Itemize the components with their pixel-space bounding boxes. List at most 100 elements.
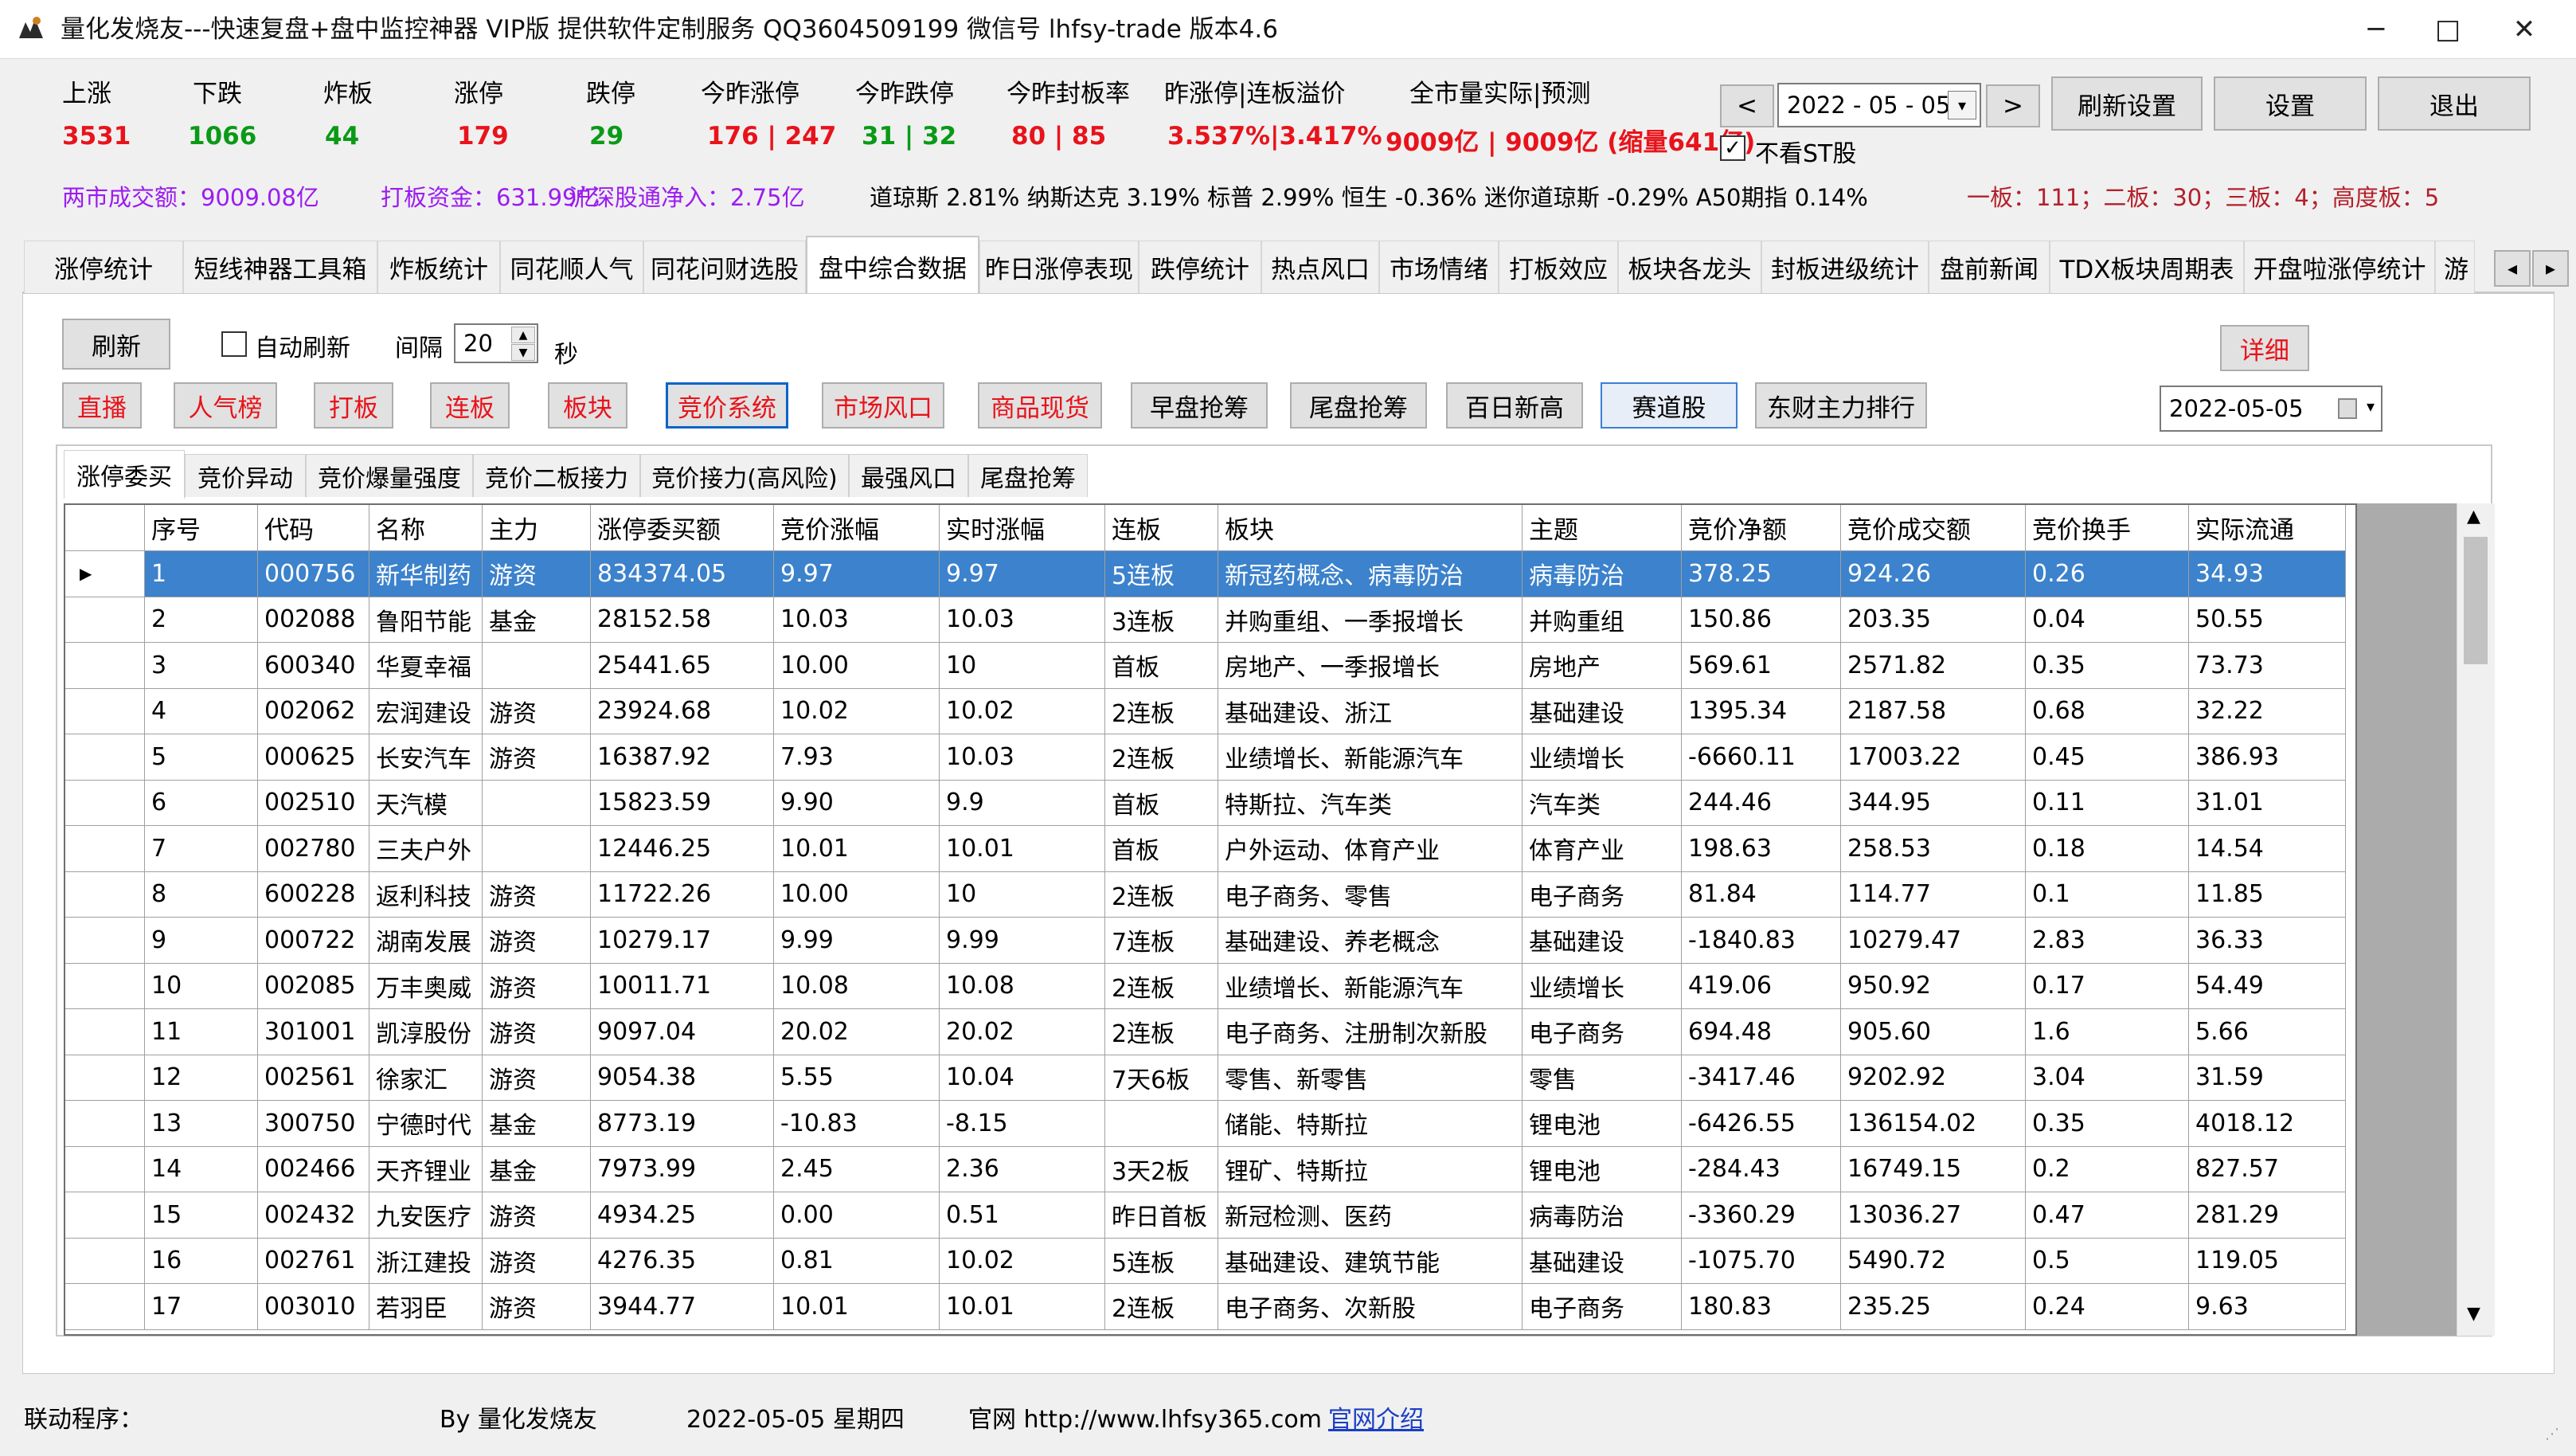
subtab-relay-high-risk[interactable]: 竞价接力(高风险) — [640, 454, 849, 497]
interval-input[interactable]: 20 ▲ ▼ — [454, 323, 538, 363]
auto-refresh-checkbox[interactable] — [221, 331, 247, 357]
row-header[interactable] — [65, 1192, 145, 1239]
row-header[interactable] — [65, 734, 145, 781]
limit-board-button[interactable]: 打板 — [314, 382, 393, 429]
vertical-scrollbar[interactable]: ▲ ▼ — [2457, 503, 2495, 1336]
refresh-settings-button[interactable]: 刷新设置 — [2051, 76, 2203, 131]
tab-intraday-data[interactable]: 盘中综合数据 — [806, 236, 979, 295]
tab-iwencai[interactable]: 同花问财选股 — [643, 241, 806, 293]
column-header-auction-change[interactable]: 竞价涨幅 — [774, 505, 940, 551]
date-picker[interactable]: 2022 - 05 - 05 ▾ — [1777, 83, 1981, 127]
dropdown-arrow-icon[interactable]: ▾ — [2367, 397, 2375, 416]
tab-sentiment[interactable]: 市场情绪 — [1379, 241, 1499, 293]
row-header[interactable] — [65, 826, 145, 872]
row-header[interactable] — [65, 1146, 145, 1192]
table-row[interactable]: 8 600228 返利科技 游资 11722.26 10.00 10 2连板 电子商务、零售 电子… — [65, 871, 2355, 918]
table-row[interactable]: 12 002561 徐家汇 游资 9054.38 5.55 10.04 7天6板 零售、新零售零… — [65, 1055, 2355, 1101]
scroll-thumb[interactable] — [2464, 537, 2488, 664]
column-header-code[interactable]: 代码 — [258, 505, 369, 551]
tab-tdx-cycle[interactable]: TDX板块周期表 — [2050, 241, 2244, 293]
column-header-realtime-change[interactable]: 实时涨幅 — [940, 505, 1105, 551]
table-row[interactable]: ▶ 1 000756 新华制药 游资 834374.05 9.97 9.97 5连板 新冠药概念、… — [65, 551, 2355, 597]
column-header-limit-bid-amount[interactable]: 涨停委买额 — [591, 505, 774, 551]
scroll-up-icon[interactable]: ▲ — [2467, 507, 2480, 526]
calendar-icon[interactable] — [2338, 398, 2357, 419]
subtab-volume-strength[interactable]: 竞价爆量强度 — [306, 454, 473, 497]
tab-kaipanla[interactable]: 开盘啦涨停统计 — [2244, 241, 2435, 293]
hundred-day-high-button[interactable]: 百日新高 — [1446, 382, 1583, 429]
no-st-checkbox[interactable]: ✓ — [1720, 135, 1745, 161]
tab-premarket-news[interactable]: 盘前新闻 — [1929, 241, 2050, 293]
tab-board-progression[interactable]: 封板进级统计 — [1761, 241, 1929, 293]
row-header[interactable] — [65, 963, 145, 1009]
subtab-limit-up-bids[interactable]: 涨停委买 — [64, 450, 185, 499]
refresh-button[interactable]: 刷新 — [62, 319, 170, 370]
data-grid[interactable]: 序号 代码 名称 主力 涨停委买额 竞价涨幅 实时涨幅 连板 板块 主题 竞价净额 竞价成交额 竞价换手… — [64, 503, 2357, 1336]
row-header[interactable] — [65, 871, 145, 918]
row-header[interactable] — [65, 1238, 145, 1284]
column-header-sector[interactable]: 板块 — [1218, 505, 1523, 551]
exit-button[interactable]: 退出 — [2378, 76, 2531, 131]
column-header-seq[interactable]: 序号 — [145, 505, 258, 551]
afternoon-grab-button[interactable]: 尾盘抢筹 — [1290, 382, 1427, 429]
column-header-auction-net[interactable]: 竞价净额 — [1682, 505, 1841, 551]
date-picker-2[interactable]: 2022-05-05 ▾ — [2160, 386, 2383, 432]
column-header-name[interactable]: 名称 — [369, 505, 483, 551]
table-row[interactable]: 7 002780 三夫户外 12446.25 10.01 10.01 首板 户外运动、体育产业… — [65, 826, 2355, 872]
minimize-button[interactable]: ─ — [2352, 13, 2400, 46]
row-header[interactable] — [65, 643, 145, 689]
column-header-float-cap[interactable]: 实际流通 — [2189, 505, 2346, 551]
column-header-theme[interactable]: 主题 — [1523, 505, 1682, 551]
table-row[interactable]: 3 600340 华夏幸福 25441.65 10.00 10 首板 房地产、一季报增长 房地产… — [65, 643, 2355, 689]
subtab-strongest-hotspot[interactable]: 最强风口 — [849, 454, 968, 497]
tab-overflow[interactable]: 游 — [2435, 241, 2475, 293]
tab-limit-up-stats[interactable]: 涨停统计 — [24, 241, 183, 293]
column-header-auction-turnover[interactable]: 竞价成交额 — [1841, 505, 2026, 551]
tab-sector-leaders[interactable]: 板块各龙头 — [1618, 241, 1761, 293]
table-row[interactable]: 13 300750 宁德时代 基金 8773.19 -10.83 -8.15 储能、特斯拉 锂电… — [65, 1101, 2355, 1147]
row-header[interactable] — [65, 1101, 145, 1147]
subtab-auction-anomaly[interactable]: 竞价异动 — [185, 454, 306, 497]
tab-limit-down[interactable]: 跌停统计 — [1139, 241, 1261, 293]
website-intro-link[interactable]: 官网介绍 — [1328, 1399, 1424, 1434]
row-header[interactable] — [65, 918, 145, 964]
prev-date-button[interactable]: < — [1720, 84, 1774, 127]
table-row[interactable]: 16 002761 浙江建投 游资 4276.35 0.81 10.02 5连板 基础建设、建筑… — [65, 1238, 2355, 1284]
live-button[interactable]: 直播 — [62, 382, 142, 429]
stepper-down-icon[interactable]: ▼ — [511, 344, 535, 361]
tab-scroll-right-button[interactable]: ▸ — [2532, 250, 2569, 287]
tab-broken-board[interactable]: 炸板统计 — [377, 241, 500, 293]
maximize-button[interactable]: □ — [2424, 13, 2472, 46]
row-header[interactable]: ▶ — [65, 551, 145, 597]
table-row[interactable]: 10 002085 万丰奥威 游资 10011.71 10.08 10.08 2连板 业绩增长、… — [65, 963, 2355, 1009]
table-row[interactable]: 2 002088 鲁阳节能 基金 28152.58 10.03 10.03 3连板 并购重组、一… — [65, 597, 2355, 643]
popularity-button[interactable]: 人气榜 — [174, 382, 277, 429]
settings-button[interactable]: 设置 — [2214, 76, 2367, 131]
subtab-second-board-relay[interactable]: 竞价二板接力 — [473, 454, 640, 497]
detail-button[interactable]: 详细 — [2220, 325, 2309, 371]
row-header[interactable] — [65, 1055, 145, 1101]
row-header[interactable] — [65, 1009, 145, 1055]
row-header[interactable] — [65, 688, 145, 734]
commodity-spot-button[interactable]: 商品现货 — [978, 382, 1102, 429]
sector-button[interactable]: 板块 — [548, 382, 627, 429]
table-row[interactable]: 9 000722 湖南发展 游资 10279.17 9.99 9.99 7连板 基础建设、养老概… — [65, 918, 2355, 964]
table-row[interactable]: 15 002432 九安医疗 游资 4934.25 0.00 0.51 昨日首板 新冠检测、医药… — [65, 1192, 2355, 1239]
row-header[interactable] — [65, 597, 145, 643]
tab-hot-topics[interactable]: 热点风口 — [1261, 241, 1379, 293]
resize-grip-icon[interactable]: ⋰ — [2545, 1426, 2569, 1450]
table-row[interactable]: 4 002062 宏润建设 游资 23924.68 10.02 10.02 2连板 基础建设、浙… — [65, 688, 2355, 734]
eastmoney-ranking-button[interactable]: 东财主力排行 — [1755, 382, 1927, 429]
table-row[interactable]: 5 000625 长安汽车 游资 16387.92 7.93 10.03 2连板 业绩增长、新能… — [65, 734, 2355, 781]
subtab-tail-grab[interactable]: 尾盘抢筹 — [968, 454, 1088, 497]
tab-yesterday-performance[interactable]: 昨日涨停表现 — [979, 241, 1139, 293]
scroll-down-icon[interactable]: ▼ — [2467, 1304, 2480, 1324]
consecutive-board-button[interactable]: 连板 — [430, 382, 510, 429]
row-header[interactable] — [65, 780, 145, 826]
tab-scroll-left-button[interactable]: ◂ — [2494, 250, 2531, 287]
table-row[interactable]: 6 002510 天汽模 15823.59 9.90 9.9 首板 特斯拉、汽车类 汽车类 244… — [65, 780, 2355, 826]
tab-toolbox[interactable]: 短线神器工具箱 — [183, 241, 377, 293]
dropdown-arrow-icon[interactable]: ▾ — [1948, 91, 1976, 119]
stepper-up-icon[interactable]: ▲ — [511, 327, 535, 343]
table-row[interactable]: 17 003010 若羽臣 游资 3944.77 10.01 10.01 2连板 电子商务、次新… — [65, 1284, 2355, 1330]
